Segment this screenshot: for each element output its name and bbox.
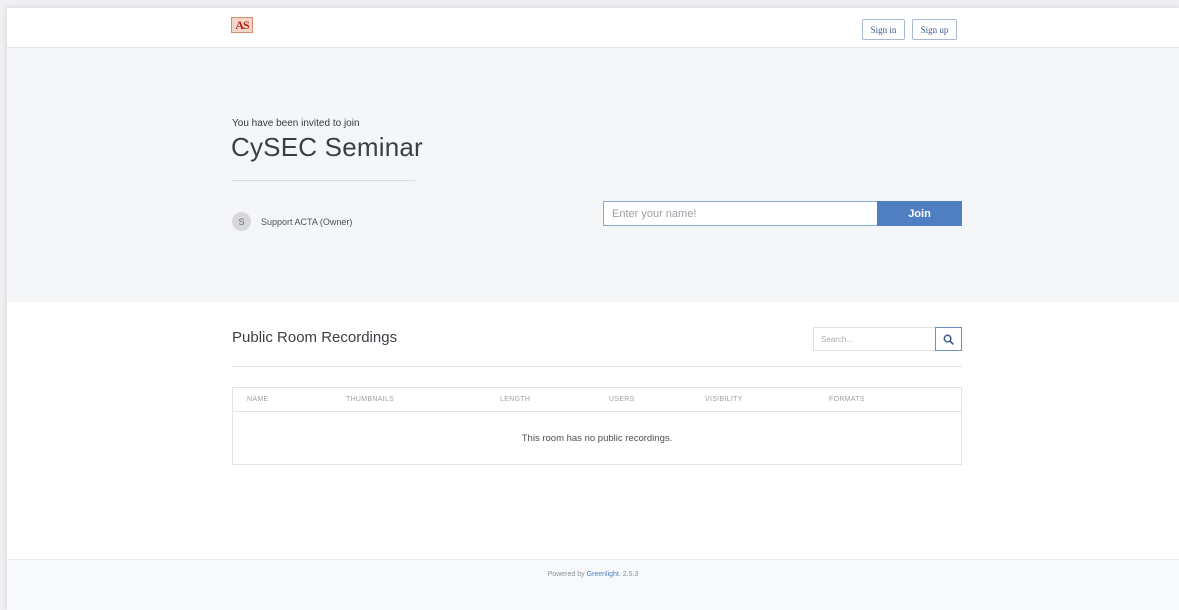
- search-icon: [943, 334, 954, 345]
- column-header-visibility: VISIBILITY: [705, 396, 743, 403]
- room-owner: S Support ACTA (Owner): [232, 212, 352, 231]
- column-header-length: LENGTH: [500, 396, 531, 403]
- footer-version: . 2.5.3: [618, 571, 639, 578]
- top-navbar: AS Sign in Sign up: [7, 8, 1179, 48]
- recordings-search-input[interactable]: [813, 327, 935, 351]
- sign-up-button[interactable]: Sign up: [912, 19, 957, 40]
- recordings-table: NAME THUMBNAILS LENGTH USERS VISIBILITY …: [232, 387, 962, 465]
- greenlight-link[interactable]: Greenlight: [587, 571, 619, 578]
- footer: Powered by Greenlight. 2.5.3: [7, 559, 1179, 610]
- column-header-formats: FORMATS: [829, 396, 865, 403]
- title-divider: [232, 180, 415, 181]
- owner-name: Support ACTA (Owner): [261, 216, 353, 227]
- footer-text: Powered by Greenlight. 2.5.3: [7, 571, 1179, 578]
- column-header-thumbnails: THUMBNAILS: [346, 396, 395, 403]
- search-button[interactable]: [935, 327, 962, 351]
- site-logo[interactable]: AS: [231, 17, 253, 33]
- join-name-input[interactable]: [603, 201, 878, 226]
- sign-in-button[interactable]: Sign in: [862, 19, 905, 40]
- table-header: NAME THUMBNAILS LENGTH USERS VISIBILITY …: [233, 388, 961, 412]
- footer-prefix: Powered by: [547, 571, 587, 578]
- invite-label: You have been invited to join: [232, 118, 360, 129]
- column-header-users: USERS: [609, 396, 635, 403]
- owner-avatar: S: [232, 212, 251, 231]
- room-title: CySEC Seminar: [231, 132, 423, 162]
- invite-section: You have been invited to join CySEC Semi…: [7, 48, 1179, 302]
- browser-viewport: AS Sign in Sign up You have been invited…: [7, 8, 1179, 610]
- recordings-divider: [232, 366, 962, 367]
- empty-recordings-message: This room has no public recordings.: [521, 433, 673, 444]
- column-header-name: NAME: [247, 396, 269, 403]
- recordings-title: Public Room Recordings: [232, 329, 398, 346]
- join-button[interactable]: Join: [877, 201, 962, 226]
